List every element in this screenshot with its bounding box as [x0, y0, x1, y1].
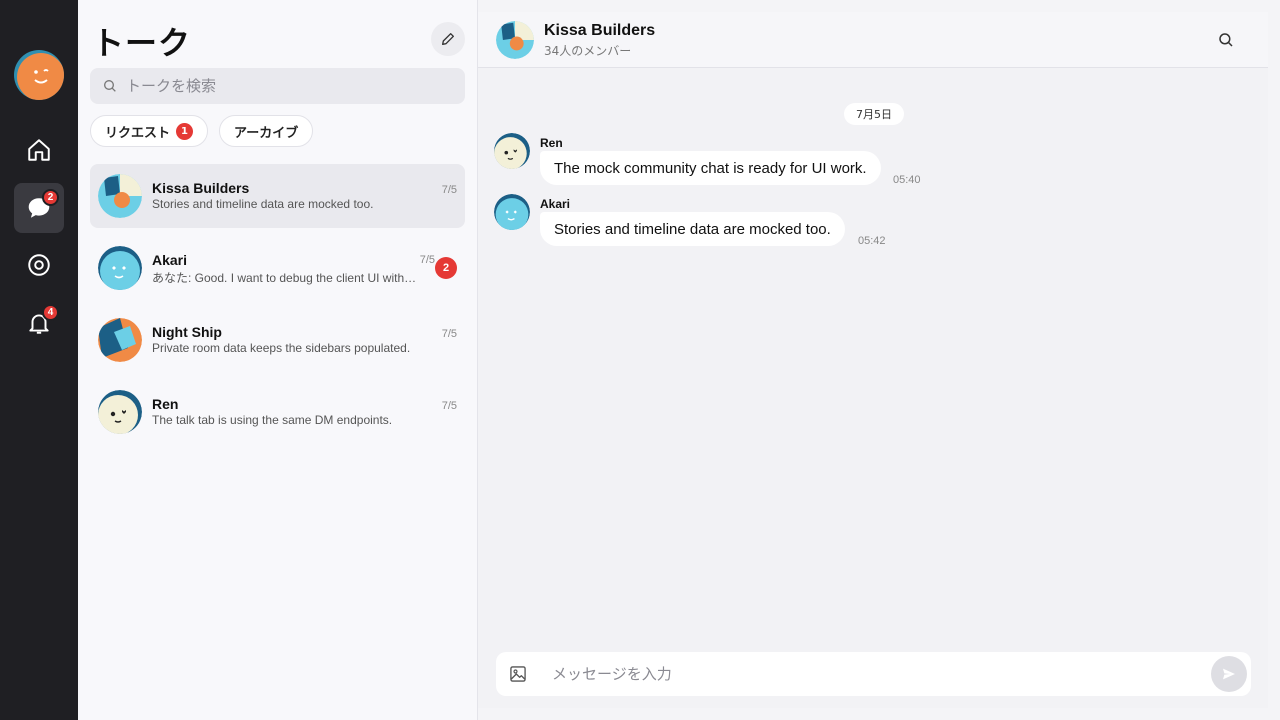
conversation-preview: Stories and timeline data are mocked too…	[152, 197, 374, 211]
notifications-badge: 4	[42, 304, 59, 321]
search-icon	[1219, 33, 1233, 47]
search-icon	[104, 80, 116, 92]
rail-home-button[interactable]	[14, 125, 64, 175]
talk-unread-badge: 2	[42, 189, 59, 206]
conversation-item-kissa-builders[interactable]: Kissa Builders Stories and timeline data…	[90, 164, 465, 228]
conversation-preview: あなた: Good. I want to debug the client UI…	[152, 271, 422, 285]
talk-search-input[interactable]	[126, 77, 446, 95]
talk-search	[90, 68, 465, 104]
chat-title[interactable]: Kissa Builders	[544, 22, 655, 40]
conversation-item-akari[interactable]: Akari あなた: Good. I want to debug the cli…	[90, 236, 465, 300]
conversation-preview: Private room data keeps the sidebars pop…	[152, 341, 411, 355]
pencil-icon	[442, 33, 454, 45]
conversation-date: 7/5	[441, 328, 457, 340]
talk-list-panel: トーク リクエスト 1 アーカイブ Kissa Builders Stories	[78, 0, 478, 720]
chat-avatar[interactable]	[496, 21, 534, 59]
smile-face-icon	[34, 69, 49, 84]
compose-button[interactable]	[431, 22, 465, 56]
app-rail: 2 4	[0, 0, 78, 720]
message-sender: Ren	[540, 136, 563, 150]
conversation-preview: The talk tab is using the same DM endpoi…	[152, 413, 393, 427]
conversation-date: 7/5	[441, 184, 457, 196]
conversation-item-night-ship[interactable]: Night Ship Private room data keeps the s…	[90, 308, 465, 372]
chat-search-button[interactable]	[1212, 26, 1240, 54]
message-sender: Akari	[540, 197, 571, 211]
message-input[interactable]	[552, 665, 1192, 683]
image-icon	[510, 666, 526, 682]
page-title: トーク	[92, 24, 192, 62]
send-icon	[1223, 668, 1235, 680]
conversation-name: Akari	[152, 252, 188, 268]
chat-panel: Kissa Builders 34人のメンバー 7月5日 Ren The moc…	[478, 12, 1268, 708]
send-button[interactable]	[1211, 656, 1247, 692]
chat-header: Kissa Builders 34人のメンバー	[478, 12, 1268, 68]
requests-chip[interactable]: リクエスト 1	[90, 115, 209, 147]
conversation-date: 7/5	[441, 400, 457, 412]
message-time: 05:40	[893, 174, 921, 186]
message-bubble[interactable]: Stories and timeline data are mocked too…	[540, 212, 845, 246]
conversation-name: Ren	[152, 396, 179, 412]
message-composer	[496, 652, 1251, 696]
conversation-item-ren[interactable]: Ren The talk tab is using the same DM en…	[90, 380, 465, 444]
target-icon	[28, 254, 50, 276]
conversation-date: 7/5	[419, 254, 435, 266]
rail-talk-button[interactable]: 2	[14, 183, 64, 233]
archive-chip[interactable]: アーカイブ	[219, 115, 314, 147]
message-time: 05:42	[858, 235, 886, 247]
archive-chip-label: アーカイブ	[234, 125, 299, 141]
message-avatar-ren[interactable]	[494, 133, 530, 169]
attach-image-button[interactable]	[496, 652, 540, 696]
date-separator: 7月5日	[844, 103, 904, 125]
message-bubble[interactable]: The mock community chat is ready for UI …	[540, 151, 881, 185]
rail-discover-button[interactable]	[14, 240, 64, 290]
avatar	[98, 174, 142, 218]
unread-badge: 2	[435, 257, 457, 279]
conversation-name: Night Ship	[152, 324, 222, 340]
requests-badge: 1	[176, 122, 194, 140]
avatar	[98, 246, 142, 290]
my-avatar[interactable]	[14, 50, 64, 100]
member-count: 34人のメンバー	[544, 44, 632, 58]
requests-chip-label: リクエスト	[105, 125, 171, 141]
avatar	[98, 318, 142, 362]
home-icon	[28, 139, 50, 161]
rail-notifications-button[interactable]: 4	[14, 298, 64, 348]
avatar	[98, 390, 142, 434]
conversation-name: Kissa Builders	[152, 180, 250, 196]
message-avatar-akari[interactable]	[494, 194, 530, 230]
